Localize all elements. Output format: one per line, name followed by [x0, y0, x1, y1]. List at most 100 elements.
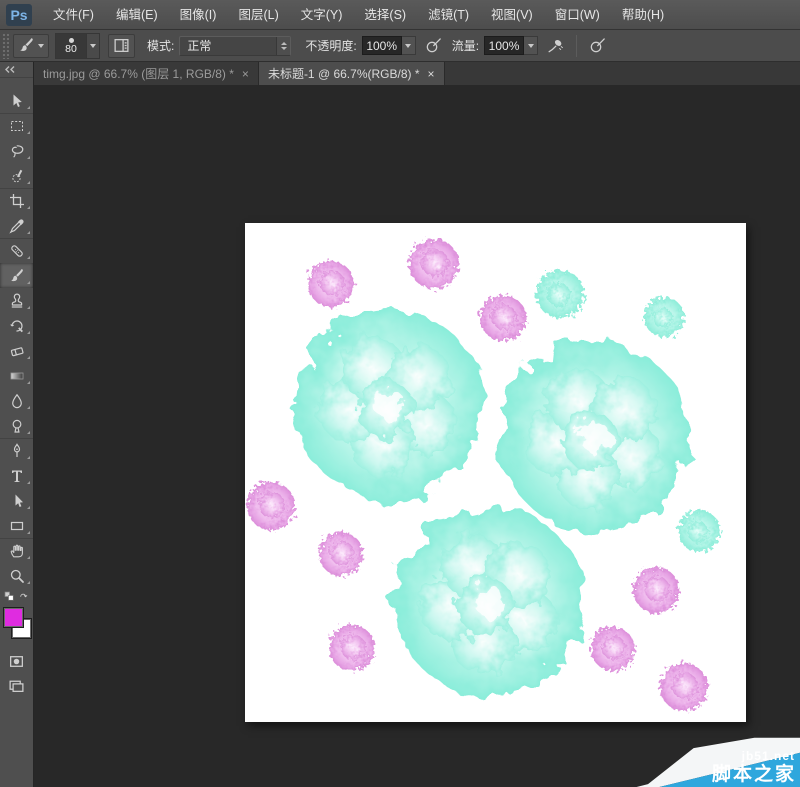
menu-item[interactable]: 图层(L) — [227, 0, 289, 30]
icon-brush — [9, 268, 25, 284]
pompom-pink-flower — [660, 663, 708, 711]
document-tab[interactable]: timg.jpg @ 66.7% (图层 1, RGB/8) *× — [34, 62, 259, 85]
quick-mask-icon — [8, 653, 25, 670]
updown-arrows-icon — [276, 37, 290, 55]
icon-stamp — [9, 293, 25, 309]
zoom-tool[interactable] — [0, 563, 33, 588]
icon-pathselect — [9, 493, 25, 509]
airbrush-button[interactable] — [543, 34, 568, 58]
opacity-label: 不透明度: — [305, 37, 356, 54]
collapse-chevrons-icon — [4, 65, 16, 74]
pressure-size-icon — [589, 37, 606, 54]
lasso-tool[interactable] — [0, 138, 33, 163]
pompom-pink-flower — [319, 532, 363, 576]
menu-item[interactable]: 滤镜(T) — [417, 0, 480, 30]
quick-selection-tool[interactable] — [0, 163, 33, 188]
flow-input[interactable]: 100% — [484, 36, 524, 55]
tools-panel-header[interactable] — [0, 62, 33, 78]
pen-tool[interactable] — [0, 438, 33, 463]
menu-item[interactable]: 帮助(H) — [611, 0, 675, 30]
pressure-opacity-icon — [425, 37, 442, 54]
icon-history — [9, 318, 25, 334]
menu-item[interactable]: 窗口(W) — [544, 0, 611, 30]
airbrush-icon — [547, 37, 564, 54]
clone-stamp-tool[interactable] — [0, 288, 33, 313]
icon-marquee — [9, 118, 25, 134]
pressure-size-button[interactable] — [585, 34, 610, 58]
chevron-down-icon — [90, 44, 96, 48]
document-tab[interactable]: 未标题-1 @ 66.7%(RGB/8) *× — [259, 62, 445, 85]
menu-item[interactable]: 文字(Y) — [290, 0, 354, 30]
canvas-artwork — [245, 223, 746, 722]
color-swatches — [0, 605, 33, 649]
eyedropper-tool[interactable] — [0, 213, 33, 238]
brush-size-picker[interactable]: 80 — [55, 33, 100, 59]
tool-list — [0, 78, 33, 588]
tab-close-button[interactable]: × — [428, 67, 435, 81]
pompom-pink-flower — [247, 482, 295, 530]
menu-bar: Ps 文件(F)编辑(E)图像(I)图层(L)文字(Y)选择(S)滤镜(T)视图… — [0, 0, 800, 30]
pressure-opacity-button[interactable] — [421, 34, 446, 58]
document-tab-bar: timg.jpg @ 66.7% (图层 1, RGB/8) *×未标题-1 @… — [34, 62, 800, 85]
separator — [576, 35, 577, 57]
pompom-pink-flower — [591, 627, 635, 671]
crop-tool[interactable] — [0, 188, 33, 213]
menu-item[interactable]: 视图(V) — [480, 0, 544, 30]
move-tool[interactable] — [0, 88, 33, 113]
pompom-cyan-flower — [678, 510, 720, 552]
pompom-pink-flower — [329, 625, 375, 671]
type-tool[interactable] — [0, 463, 33, 488]
blur-tool[interactable] — [0, 388, 33, 413]
eraser-tool[interactable] — [0, 338, 33, 363]
options-bar: 80 模式: 正常 不透明度: 100% 流量: 100% — [0, 30, 800, 62]
dodge-tool[interactable] — [0, 413, 33, 438]
menu-item[interactable]: 图像(I) — [169, 0, 228, 30]
carnation-flower — [500, 342, 690, 532]
icon-pen — [9, 443, 25, 459]
menu-item[interactable]: 选择(S) — [353, 0, 417, 30]
brush-size-dropdown-button[interactable] — [86, 34, 99, 58]
opacity-input[interactable]: 100% — [362, 36, 402, 55]
document-canvas[interactable] — [245, 223, 746, 722]
menu-item[interactable]: 编辑(E) — [105, 0, 169, 30]
toggle-brush-panel-button[interactable] — [108, 34, 135, 58]
foreground-color-swatch[interactable] — [3, 607, 24, 628]
quick-mask-button[interactable] — [0, 649, 33, 673]
brush-tool[interactable] — [0, 263, 33, 288]
photoshop-window: Ps 文件(F)编辑(E)图像(I)图层(L)文字(Y)选择(S)滤镜(T)视图… — [0, 0, 800, 787]
gradient-tool[interactable] — [0, 363, 33, 388]
flow-value: 100% — [489, 39, 520, 53]
workspace: jb51.net 脚本之家 — [34, 85, 800, 787]
mode-label: 模式: — [147, 37, 174, 54]
pompom-pink-flower — [633, 567, 679, 613]
pompom-cyan-flower — [536, 270, 584, 318]
blend-mode-value: 正常 — [187, 37, 276, 54]
carnation-flower — [395, 507, 585, 697]
pompom-pink-flower — [409, 239, 459, 289]
blend-mode-select[interactable]: 正常 — [179, 36, 291, 56]
icon-dodge — [9, 418, 25, 434]
icon-crop — [9, 193, 25, 209]
opacity-dropdown-button[interactable] — [402, 36, 416, 55]
swap-colors-icon[interactable] — [18, 591, 29, 602]
path-selection-tool[interactable] — [0, 488, 33, 513]
healing-brush-tool[interactable] — [0, 238, 33, 263]
watermark-name-text: 脚本之家 — [712, 759, 796, 786]
pompom-pink-flower — [308, 261, 354, 307]
marquee-tool[interactable] — [0, 113, 33, 138]
flow-dropdown-button[interactable] — [524, 36, 538, 55]
screen-mode-button[interactable] — [0, 673, 33, 697]
opacity-value: 100% — [366, 39, 397, 53]
icon-gradient — [9, 368, 25, 384]
hand-tool[interactable] — [0, 538, 33, 563]
options-bar-grip-icon — [2, 33, 9, 59]
chevron-down-icon — [38, 44, 44, 48]
tab-close-button[interactable]: × — [242, 67, 249, 81]
default-colors-icon[interactable] — [4, 591, 15, 602]
history-brush-tool[interactable] — [0, 313, 33, 338]
site-watermark: jb51.net 脚本之家 — [610, 729, 800, 787]
tool-preset-button[interactable] — [13, 34, 49, 58]
shape-tool[interactable] — [0, 513, 33, 538]
icon-quickselect — [9, 168, 25, 184]
menu-item[interactable]: 文件(F) — [42, 0, 105, 30]
